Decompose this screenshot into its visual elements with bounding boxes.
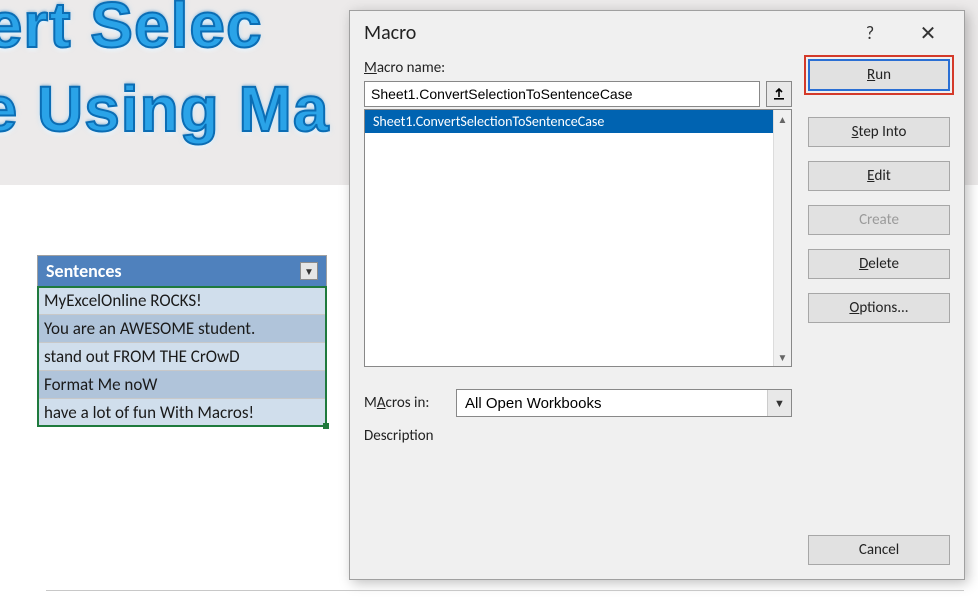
macro-name-label: Macro name: [364,59,792,77]
create-button: Create [808,205,950,235]
run-button[interactable]: Run [808,59,950,91]
table-row[interactable]: You are an AWESOME student. [38,315,326,343]
table-row[interactable]: MyExcelOnline ROCKS! [38,287,326,315]
bottom-rule [46,590,964,591]
table-header-label: Sentences [46,260,122,282]
listbox-scrollbar[interactable]: ▲ ▼ [773,110,791,366]
filter-dropdown-icon[interactable]: ▼ [300,262,318,280]
sentences-table[interactable]: Sentences ▼ MyExcelOnline ROCKS!You are … [37,255,327,427]
macros-in-label: MAcros in: [364,394,446,412]
dialog-titlebar: Macro ? ✕ [350,11,964,55]
wordart-line2: se Using Ma [0,72,329,146]
step-into-button[interactable]: Step Into [808,117,950,147]
table-row[interactable]: have a lot of fun With Macros! [38,399,326,426]
options-button[interactable]: Options... [808,293,950,323]
macro-name-input[interactable] [364,81,760,107]
description-label: Description [364,427,792,445]
table-row[interactable]: stand out FROM THE CrOwD [38,343,326,371]
close-button[interactable]: ✕ [910,19,946,47]
scroll-down-icon[interactable]: ▼ [774,348,791,366]
run-highlight-box: Run [804,55,954,95]
dialog-title: Macro [364,21,416,45]
range-picker-button[interactable] [766,81,792,107]
macros-in-select[interactable] [456,389,792,417]
list-item[interactable]: Sheet1.ConvertSelectionToSentenceCase [365,110,773,133]
help-button[interactable]: ? [852,19,888,47]
scroll-up-icon[interactable]: ▲ [774,110,791,128]
macro-listbox[interactable]: Sheet1.ConvertSelectionToSentenceCase ▲ … [364,109,792,367]
macro-dialog: Macro ? ✕ Macro name: Sheet1.ConvertSel [349,10,965,580]
wordart-line1: nvert Selec [0,0,263,62]
table-header[interactable]: Sentences ▼ [38,256,326,287]
edit-button[interactable]: Edit [808,161,950,191]
delete-button[interactable]: Delete [808,249,950,279]
range-picker-icon [772,87,786,101]
table-row[interactable]: Format Me noW [38,371,326,399]
cancel-button[interactable]: Cancel [808,535,950,565]
